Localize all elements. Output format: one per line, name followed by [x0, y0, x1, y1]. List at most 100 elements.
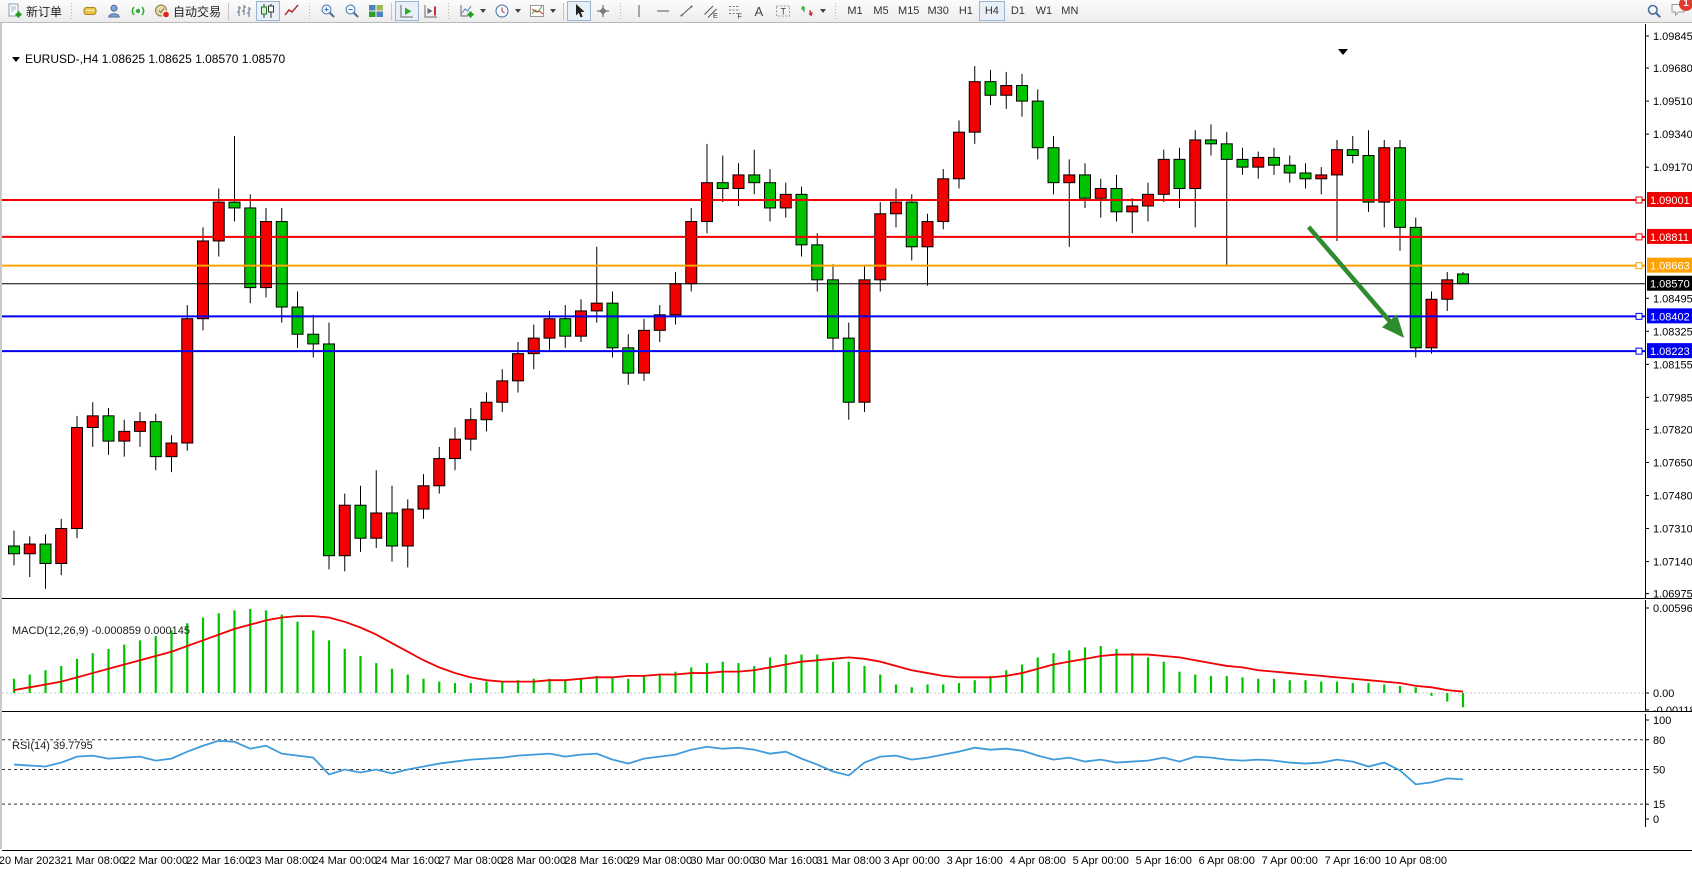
- candle: [1174, 159, 1185, 188]
- time-axis-label: 27 Mar 08:00: [438, 855, 503, 867]
- zoom-in-button[interactable]: [316, 1, 340, 21]
- vertical-line-button[interactable]: [627, 1, 651, 21]
- tile-windows-button[interactable]: [364, 1, 388, 21]
- indicators-icon: [459, 3, 475, 19]
- chevron-down-icon[interactable]: [480, 9, 486, 13]
- candlestick-chart-icon: [260, 3, 276, 19]
- candle: [24, 544, 35, 554]
- price-tick-label: 1.07820: [1653, 424, 1692, 436]
- timeframe-mn-button[interactable]: MN: [1057, 1, 1083, 21]
- time-axis-label: 24 Mar 00:00: [312, 855, 377, 867]
- price-tick-label: 1.09340: [1653, 129, 1692, 141]
- line-chart-icon: [284, 3, 300, 19]
- candle: [560, 319, 571, 336]
- chart-title-bar[interactable]: EURUSD-,H4 1.08625 1.08625 1.08570 1.085…: [12, 52, 285, 66]
- auto-scroll-button[interactable]: [395, 1, 419, 21]
- candle: [906, 202, 917, 247]
- line-handle[interactable]: [1636, 263, 1642, 269]
- line-handle[interactable]: [1636, 348, 1642, 354]
- templates-button[interactable]: [525, 1, 560, 21]
- chart-title: EURUSD-,H4 1.08625 1.08625 1.08570 1.085…: [25, 52, 285, 66]
- chevron-down-icon[interactable]: [12, 57, 20, 62]
- timeframe-h4-button[interactable]: H4: [979, 1, 1005, 21]
- timeframe-w1-button[interactable]: W1: [1031, 1, 1057, 21]
- templates-icon: [529, 3, 545, 19]
- cursor-button[interactable]: [567, 1, 591, 21]
- arrows-button[interactable]: [795, 1, 830, 21]
- main-toolbar: 新订单 自动交易 EFAT M1M5M15M30H1H4D1W1MN 1: [0, 0, 1692, 23]
- horizontal-line-button[interactable]: [651, 1, 675, 21]
- timeframe-m1-button[interactable]: M1: [842, 1, 868, 21]
- candle: [324, 344, 335, 556]
- chevron-down-icon[interactable]: [820, 9, 826, 13]
- crosshair-button[interactable]: [591, 1, 615, 21]
- signals-button[interactable]: [126, 1, 150, 21]
- line-chart-button[interactable]: [280, 1, 304, 21]
- periods-button[interactable]: [490, 1, 525, 21]
- line-handle[interactable]: [1636, 197, 1642, 203]
- candle: [497, 381, 508, 402]
- time-axis-label: 22 Mar 00:00: [123, 855, 188, 867]
- candle: [292, 307, 303, 334]
- chart-shift-button[interactable]: [419, 1, 443, 21]
- candle: [182, 319, 193, 443]
- candle: [544, 319, 555, 338]
- candle: [434, 459, 445, 486]
- indicators-button[interactable]: [455, 1, 490, 21]
- line-handle[interactable]: [1636, 234, 1642, 240]
- candlestick-chart-button[interactable]: [256, 1, 280, 21]
- price-chart-panel[interactable]: 1.090011.088111.086631.085701.084021.082…: [2, 24, 1692, 599]
- candle: [1300, 173, 1311, 179]
- candle: [969, 82, 980, 133]
- candle: [733, 175, 744, 189]
- autotrade-button-label: 自动交易: [173, 3, 221, 20]
- time-axis-label: 3 Apr 16:00: [947, 855, 1003, 867]
- macd-indicator-panel[interactable]: 0.0059690.00-0.001184: [2, 600, 1692, 712]
- toolbar-separator: [446, 3, 452, 19]
- channel-button[interactable]: E: [699, 1, 723, 21]
- horizontal-line-icon: [655, 3, 671, 19]
- time-axis-label: 30 Mar 00:00: [690, 855, 755, 867]
- time-axis-label: 7 Apr 00:00: [1262, 855, 1318, 867]
- text-label-button[interactable]: T: [771, 1, 795, 21]
- time-axis-label: 3 Apr 00:00: [884, 855, 940, 867]
- line-handle[interactable]: [1636, 313, 1642, 319]
- market-watch-button[interactable]: [78, 1, 102, 21]
- trendline-button[interactable]: [675, 1, 699, 21]
- notification-badge[interactable]: 1: [1679, 0, 1692, 11]
- autotrade-button[interactable]: 自动交易: [150, 1, 225, 21]
- text-button[interactable]: A: [747, 1, 771, 21]
- bar-chart-button[interactable]: [232, 1, 256, 21]
- text-icon: A: [751, 3, 767, 19]
- candle: [276, 222, 287, 307]
- chevron-down-icon[interactable]: [550, 9, 556, 13]
- time-axis[interactable]: 20 Mar 202321 Mar 08:0022 Mar 00:0022 Ma…: [2, 850, 1692, 873]
- price-tick-label: 1.06975: [1653, 589, 1692, 599]
- candle: [1032, 101, 1043, 148]
- price-tick-label: 1.07985: [1653, 392, 1692, 404]
- profiles-button[interactable]: [102, 1, 126, 21]
- candle: [1284, 165, 1295, 173]
- chevron-down-icon[interactable]: [515, 9, 521, 13]
- market-watch-icon: [82, 3, 98, 19]
- toolbar-separator: [563, 3, 564, 20]
- chart-shift-marker-icon[interactable]: [1338, 49, 1348, 55]
- timeframe-m5-button[interactable]: M5: [868, 1, 894, 21]
- timeframe-h1-button[interactable]: H1: [953, 1, 979, 21]
- timeframe-m30-button[interactable]: M30: [923, 1, 952, 21]
- fibonacci-button[interactable]: F: [723, 1, 747, 21]
- candle: [843, 338, 854, 402]
- rsi-label: RSI(14) 39.7795: [12, 740, 93, 752]
- new-order-button[interactable]: 新订单: [3, 1, 66, 21]
- zoom-out-button[interactable]: [340, 1, 364, 21]
- search-icon[interactable]: [1646, 3, 1662, 19]
- arrows-icon: [799, 3, 815, 19]
- candle: [591, 303, 602, 311]
- timeframe-d1-button[interactable]: D1: [1005, 1, 1031, 21]
- candle: [150, 422, 161, 457]
- candle: [166, 443, 177, 457]
- timeframe-m15-button[interactable]: M15: [894, 1, 923, 21]
- candle: [749, 175, 760, 183]
- channel-icon: E: [703, 3, 719, 19]
- rsi-indicator-panel[interactable]: 1008050150: [2, 714, 1692, 827]
